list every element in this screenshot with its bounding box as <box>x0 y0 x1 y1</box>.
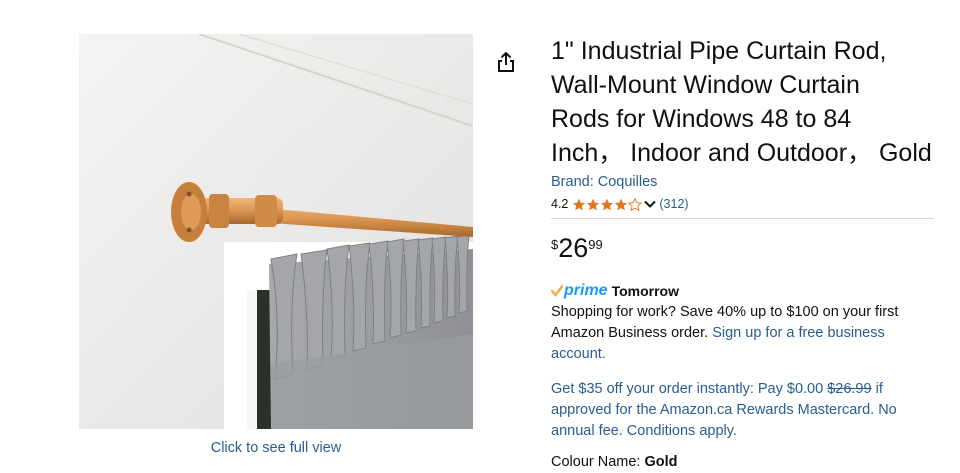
product-title: 1" Industrial Pipe Curtain Rod, Wall-Mou… <box>551 34 935 170</box>
delivery-date: Tomorrow <box>611 283 679 299</box>
image-caption[interactable]: Click to see full view <box>79 440 473 456</box>
title-line: Inch， Indoor and Outdoor， Gold <box>551 139 932 167</box>
colour-name: Colour Name: Gold <box>551 452 935 473</box>
star-icon <box>615 198 628 210</box>
card-offer[interactable]: Get $35 off your order instantly: Pay $0… <box>551 379 935 442</box>
prime-delivery: prime Tomorrow <box>551 281 935 301</box>
price: $ 26 99 <box>551 233 935 267</box>
title-line: Wall-Mount Window Curtain <box>551 71 860 99</box>
star-icon <box>573 198 586 210</box>
divider <box>551 218 934 219</box>
price-fraction: 99 <box>588 237 603 252</box>
product-image[interactable] <box>79 34 473 429</box>
curtain-rod-photo <box>79 34 473 429</box>
price-symbol: $ <box>551 237 559 252</box>
star-icon <box>587 198 600 210</box>
star-empty-icon <box>628 197 643 211</box>
star-icon <box>601 198 614 210</box>
product-details: 1" Industrial Pipe Curtain Rod, Wall-Mou… <box>551 34 935 473</box>
review-count[interactable]: (312) <box>659 197 688 211</box>
card-offer-text: Get $35 off your order instantly: Pay $0… <box>551 381 828 397</box>
original-price: $26.99 <box>827 381 872 397</box>
business-offer: Shopping for work? Save 40% up to $100 o… <box>551 302 935 365</box>
prime-check-icon <box>551 285 563 297</box>
chevron-down-icon[interactable] <box>644 199 657 209</box>
prime-badge: prime <box>564 282 608 299</box>
star-rating[interactable] <box>572 197 643 211</box>
rating-value: 4.2 <box>551 197 569 211</box>
share-button[interactable] <box>494 50 518 74</box>
title-line: Rods for Windows 48 to 84 <box>551 105 852 133</box>
share-icon <box>498 52 514 72</box>
brand-link[interactable]: Brand: Coquilles <box>551 172 935 192</box>
title-line: 1" Industrial Pipe Curtain Rod, <box>551 37 887 65</box>
price-whole: 26 <box>558 233 589 263</box>
rating-row: 4.2 (312) <box>551 194 935 214</box>
